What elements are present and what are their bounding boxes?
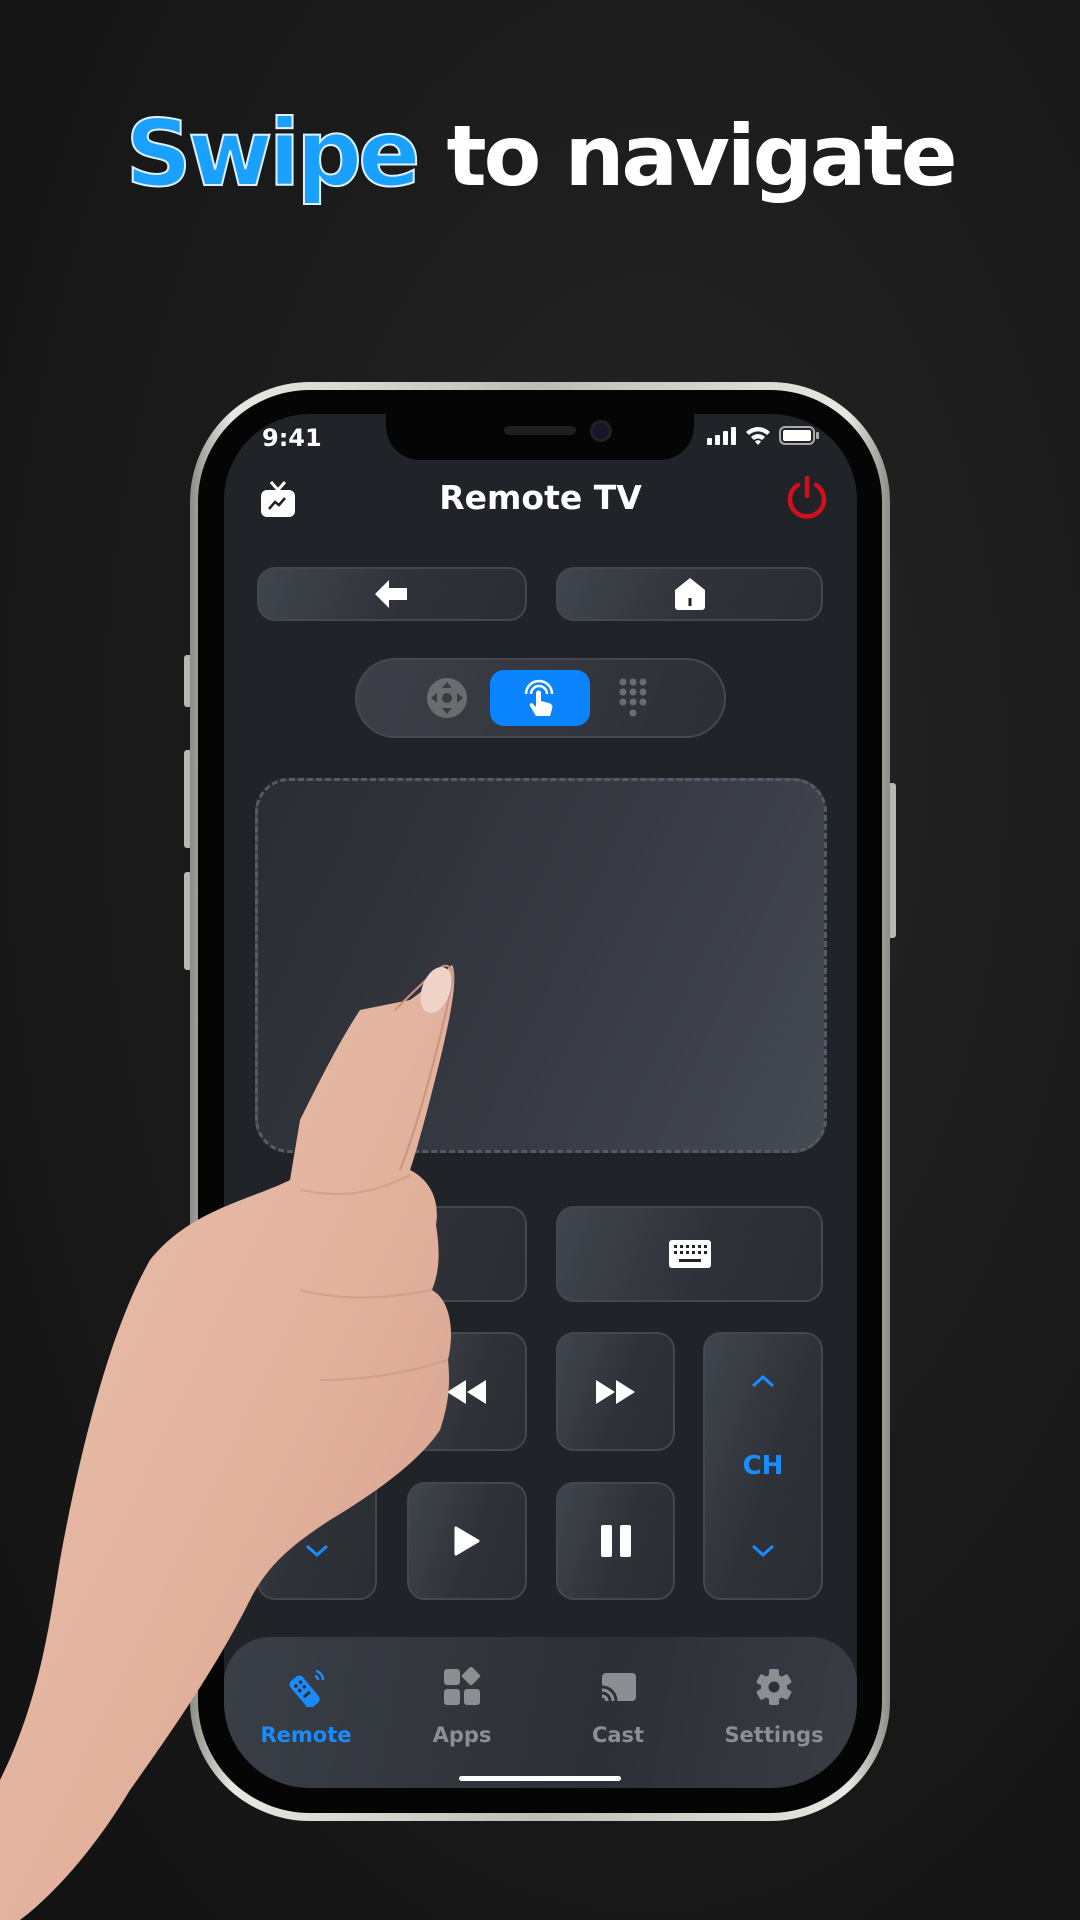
channel-up-icon[interactable] [751, 1374, 775, 1388]
touch-icon [524, 679, 554, 716]
bottom-nav: Remote Apps Cast Settings [224, 1637, 857, 1788]
dpad-icon [427, 678, 467, 718]
nav-apps[interactable]: Apps [392, 1666, 532, 1747]
chevron-down-icon[interactable] [305, 1544, 329, 1558]
mode-numpad[interactable] [583, 670, 683, 726]
nav-cast[interactable]: Cast [548, 1667, 688, 1747]
play-icon [454, 1526, 480, 1556]
home-button[interactable] [556, 567, 823, 621]
mode-switch [355, 658, 726, 738]
headline: Swipe to navigate [0, 99, 1080, 208]
remote-icon [289, 1669, 325, 1708]
wifi-icon [746, 427, 770, 445]
power-icon[interactable] [785, 476, 829, 520]
nav-label: Settings [724, 1723, 824, 1747]
signal-icon [707, 426, 736, 445]
battery-icon [779, 426, 819, 445]
mode-touchpad[interactable] [490, 670, 590, 726]
fast-forward-button[interactable] [556, 1332, 675, 1451]
page-title: Remote TV [439, 478, 642, 517]
rewind-button[interactable] [407, 1332, 527, 1451]
fast-forward-icon [595, 1379, 635, 1404]
cast-icon [601, 1673, 636, 1702]
channel-rocker[interactable]: CH [703, 1332, 823, 1600]
headline-highlight: Swipe [124, 99, 421, 208]
channel-label: CH [742, 1451, 784, 1481]
left-wide-button[interactable] [257, 1206, 527, 1302]
status-time: 9:41 [262, 424, 322, 452]
gear-icon [756, 1669, 792, 1705]
pause-button[interactable] [556, 1482, 675, 1600]
notch [386, 414, 694, 460]
volume-rocker[interactable] [257, 1332, 377, 1600]
play-button[interactable] [407, 1482, 527, 1600]
home-icon [674, 578, 705, 610]
nav-label: Apps [432, 1723, 492, 1747]
headline-rest: to navigate [446, 107, 957, 205]
mode-dpad[interactable] [397, 670, 497, 726]
apps-icon [444, 1666, 481, 1705]
rewind-icon [447, 1379, 486, 1404]
nav-label: Cast [591, 1723, 645, 1747]
numpad-icon [619, 678, 647, 717]
back-arrow-icon [375, 580, 407, 608]
pause-icon [600, 1525, 631, 1557]
home-indicator[interactable] [459, 1776, 621, 1781]
nav-remote[interactable]: Remote [236, 1667, 376, 1747]
chevron-up-icon[interactable] [305, 1374, 329, 1388]
channel-down-icon[interactable] [751, 1544, 775, 1558]
app-screen: 9:41 Remote TV CH Remote Apps Cast Setti… [224, 414, 857, 1788]
nav-settings[interactable]: Settings [704, 1667, 844, 1747]
keyboard-icon [668, 1240, 711, 1268]
touchpad-area[interactable] [255, 778, 827, 1153]
keyboard-button[interactable] [556, 1206, 823, 1302]
back-button[interactable] [257, 567, 527, 621]
nav-label: Remote [260, 1723, 352, 1747]
camera [590, 420, 612, 442]
